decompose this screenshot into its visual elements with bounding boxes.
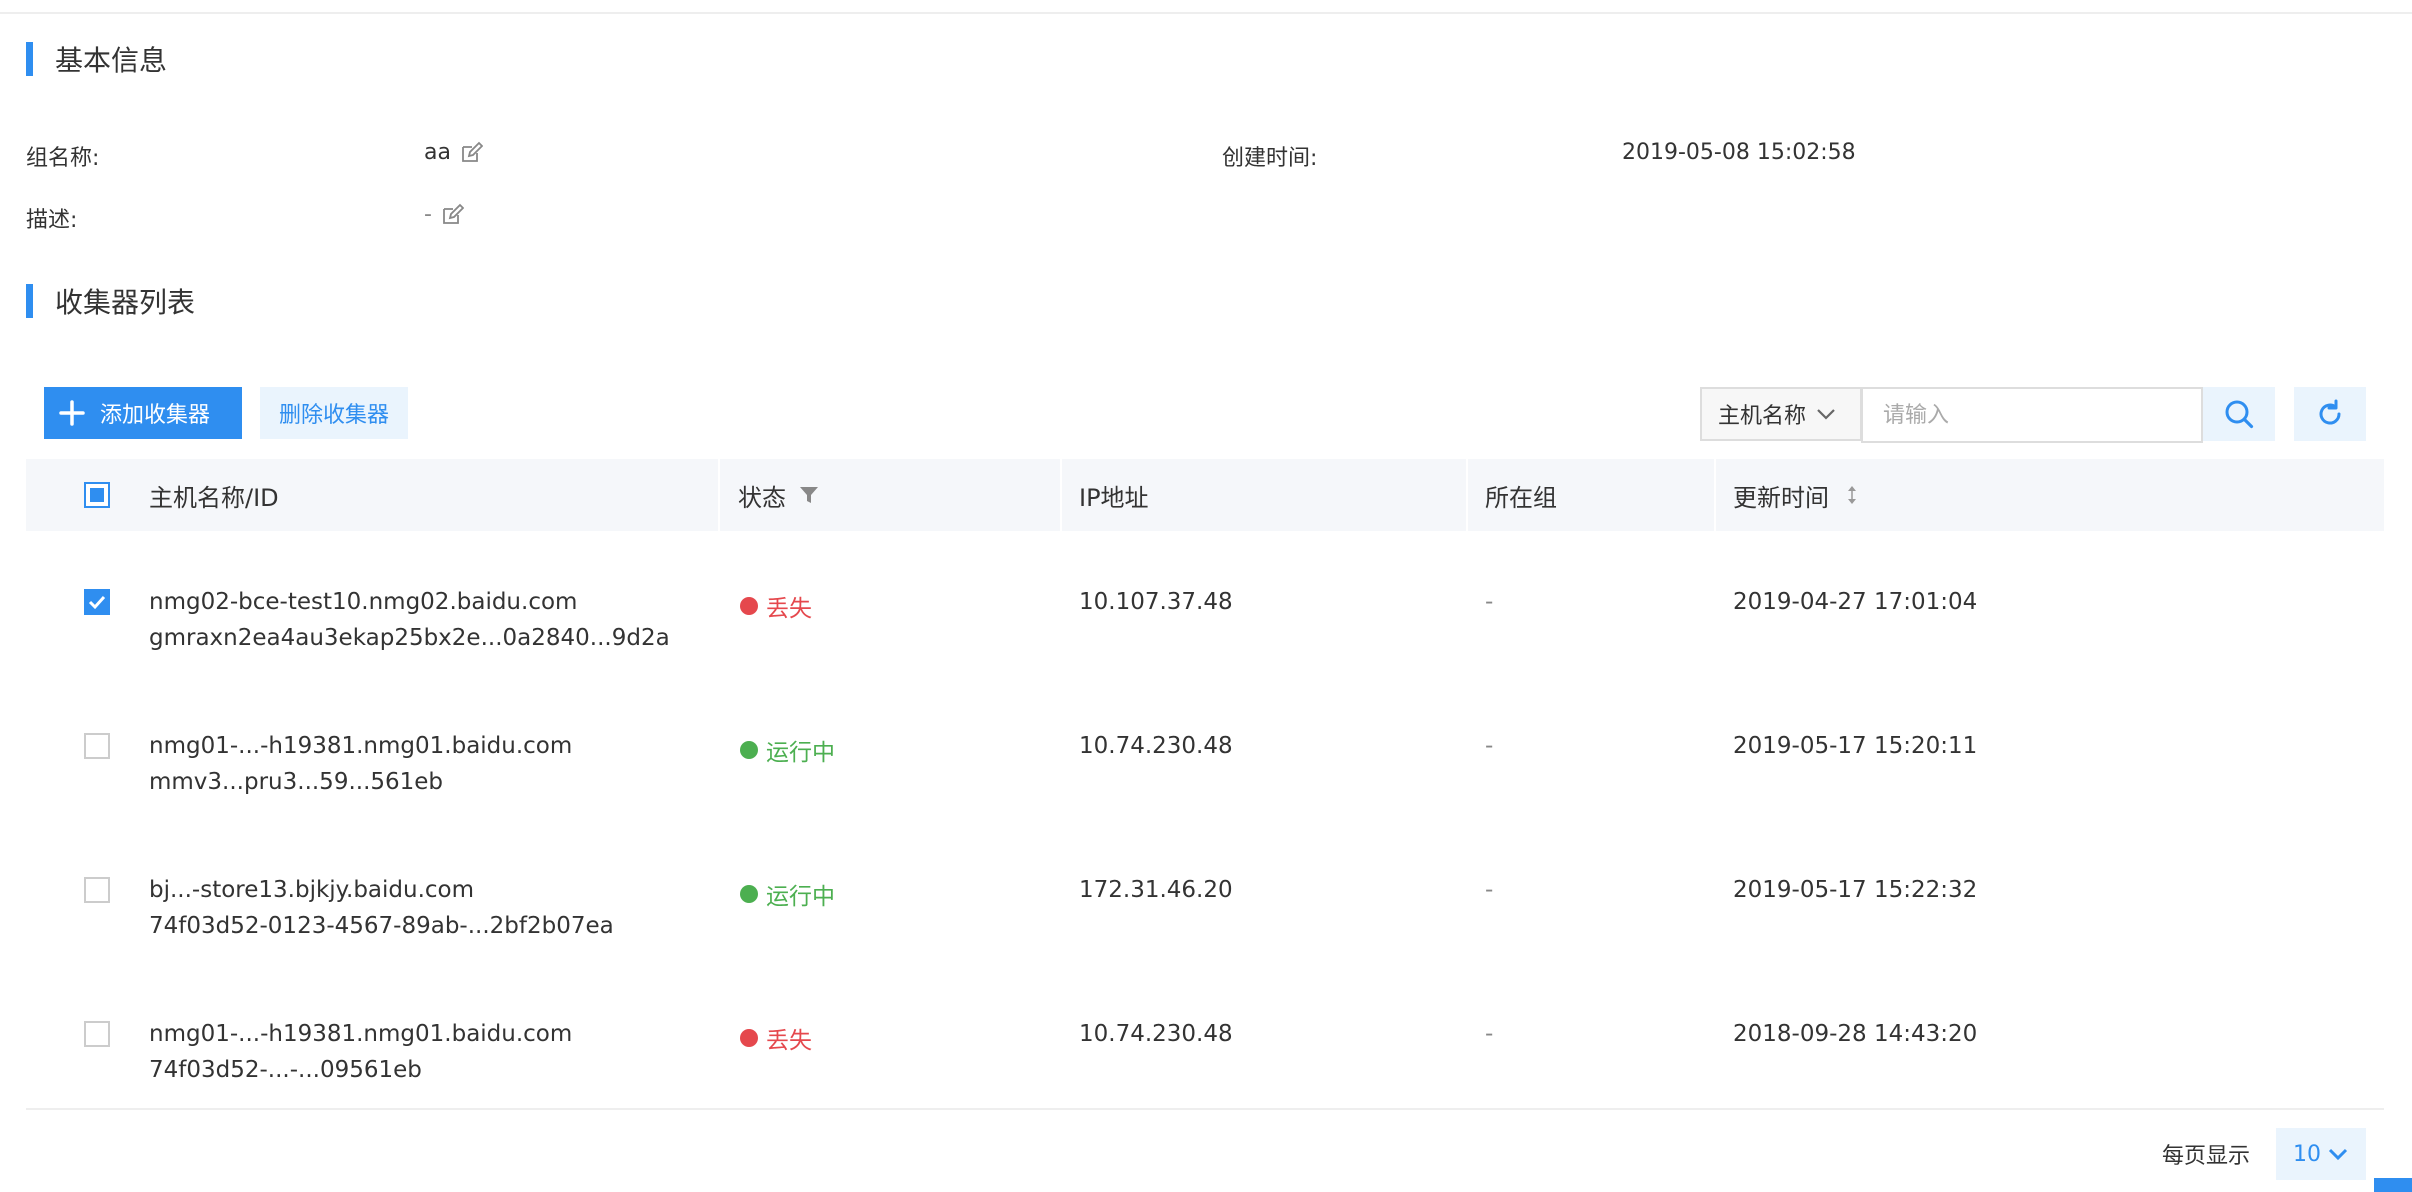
table-row: bj...-store13.bjkjy.baidu.com 74f03d52-0…: [26, 819, 2384, 963]
row-checkbox[interactable]: [84, 589, 110, 615]
edit-icon[interactable]: [459, 141, 483, 165]
updated-time: 2019-05-17 15:22:32: [1733, 877, 1978, 903]
table-row: nmg01-...-h19381.nmg01.baidu.com 74f03d5…: [26, 963, 2384, 1107]
updated-time: 2019-04-27 17:01:04: [1733, 589, 1978, 615]
plus-icon: [58, 399, 86, 427]
add-collector-label: 添加收集器: [100, 402, 211, 427]
group-cell: -: [1485, 589, 1494, 615]
group-cell: -: [1485, 1021, 1494, 1047]
created-time-label: 创建时间:: [1222, 146, 1318, 171]
corner-accent: [2374, 1178, 2412, 1192]
updated-time: 2018-09-28 14:43:20: [1733, 1021, 1978, 1047]
search-field-select[interactable]: 主机名称: [1700, 387, 1862, 441]
status-badge: 运行中: [740, 733, 835, 767]
per-page-value: 10: [2293, 1141, 2321, 1167]
table-row: nmg01-...-h19381.nmg01.baidu.com mmv3...…: [26, 675, 2384, 819]
status-badge: 丢失: [740, 589, 812, 623]
search-icon: [2225, 400, 2254, 429]
host-name[interactable]: nmg02-bce-test10.nmg02.baidu.com: [149, 589, 577, 615]
edit-icon[interactable]: [440, 203, 464, 227]
status-badge: 丢失: [740, 1021, 812, 1055]
basic-info-header: 基本信息: [26, 42, 168, 77]
per-page-label: 每页显示: [2162, 1144, 2251, 1169]
description-value: -: [424, 202, 464, 227]
header-status: 状态: [738, 459, 820, 531]
section-accent-bar: [26, 284, 33, 318]
delete-collector-button[interactable]: 删除收集器: [260, 387, 408, 439]
status-badge: 运行中: [740, 877, 835, 911]
search-input[interactable]: [1861, 387, 2203, 443]
collector-list-title: 收集器列表: [55, 286, 196, 319]
header-updated: 更新时间: [1733, 459, 1863, 531]
group-name-text: aa: [424, 140, 451, 165]
host-id: 74f03d52-...-...09561eb: [149, 1057, 422, 1083]
host-id: 74f03d52-0123-4567-89ab-...2bf2b07ea: [149, 913, 614, 939]
header-group: 所在组: [1485, 483, 1557, 512]
per-page-select[interactable]: 10: [2276, 1128, 2366, 1180]
row-checkbox[interactable]: [84, 877, 110, 903]
search-field-selected: 主机名称: [1718, 404, 1807, 429]
created-time-value: 2019-05-08 15:02:58: [1622, 140, 1856, 165]
ip-address: 172.31.46.20: [1079, 877, 1233, 903]
refresh-icon: [2319, 399, 2341, 425]
chevron-down-icon: [1814, 402, 1838, 426]
section-accent-bar: [26, 42, 33, 76]
description-text: -: [424, 202, 432, 227]
refresh-button[interactable]: [2294, 387, 2366, 441]
host-id: mmv3...pru3...59...561eb: [149, 769, 444, 795]
group-cell: -: [1485, 733, 1494, 759]
host-name[interactable]: nmg01-...-h19381.nmg01.baidu.com: [149, 733, 572, 759]
ip-address: 10.107.37.48: [1079, 589, 1233, 615]
table-row: nmg02-bce-test10.nmg02.baidu.com gmraxn2…: [26, 531, 2384, 675]
sort-icon[interactable]: [1841, 484, 1863, 506]
row-checkbox[interactable]: [84, 733, 110, 759]
updated-time: 2019-05-17 15:20:11: [1733, 733, 1978, 759]
chevron-down-icon: [2327, 1143, 2349, 1165]
table-bottom-divider: [26, 1108, 2384, 1110]
header-ip: IP地址: [1079, 483, 1149, 512]
ip-address: 10.74.230.48: [1079, 1021, 1233, 1047]
group-name-label: 组名称:: [26, 146, 100, 171]
header-host: 主机名称/ID: [149, 483, 279, 512]
top-divider: [0, 12, 2412, 14]
add-collector-button[interactable]: 添加收集器: [44, 387, 242, 439]
filter-icon[interactable]: [798, 484, 820, 506]
group-name-value: aa: [424, 140, 483, 165]
description-label: 描述:: [26, 208, 78, 233]
group-cell: -: [1485, 877, 1494, 903]
search-button[interactable]: [2203, 387, 2275, 441]
ip-address: 10.74.230.48: [1079, 733, 1233, 759]
host-name[interactable]: nmg01-...-h19381.nmg01.baidu.com: [149, 1021, 572, 1047]
basic-info-title: 基本信息: [55, 44, 168, 77]
host-name[interactable]: bj...-store13.bjkjy.baidu.com: [149, 877, 474, 903]
select-all-checkbox[interactable]: [84, 482, 110, 508]
row-checkbox[interactable]: [84, 1021, 110, 1047]
table-header: 主机名称/ID 状态 IP地址 所在组 更新时间: [26, 459, 2384, 531]
collector-list-header: 收集器列表: [26, 284, 196, 319]
host-id: gmraxn2ea4au3ekap25bx2e...0a2840...9d2a: [149, 625, 670, 651]
